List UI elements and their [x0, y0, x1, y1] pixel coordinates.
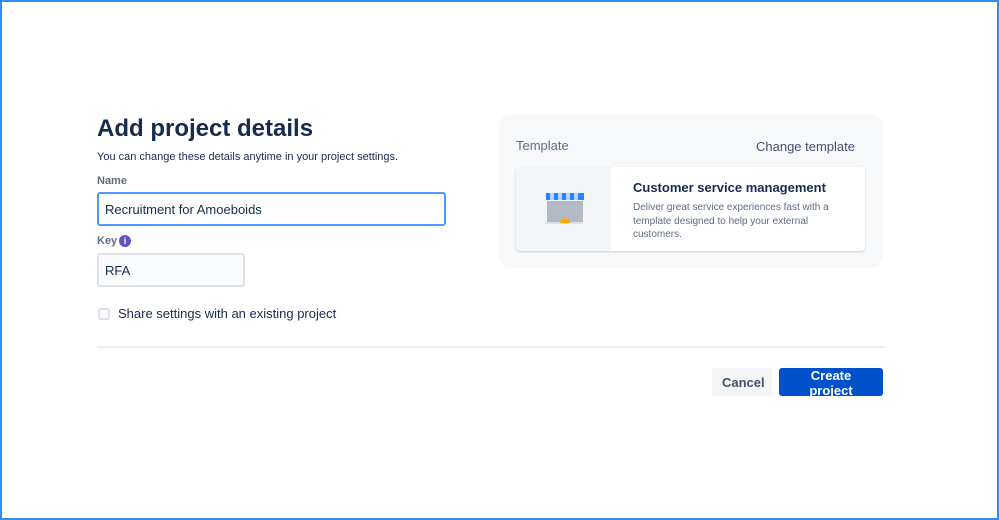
template-card[interactable]: Customer service management Deliver grea…	[516, 167, 865, 251]
cancel-button[interactable]: Cancel	[712, 368, 772, 396]
create-project-button[interactable]: Create project	[779, 368, 883, 398]
divider	[97, 346, 885, 348]
name-label: Name	[97, 175, 127, 187]
template-description: Deliver great service experiences fast w…	[633, 202, 829, 240]
name-input[interactable]	[97, 192, 446, 226]
share-settings-label[interactable]: Share settings with an existing project	[118, 306, 336, 321]
key-input[interactable]	[97, 253, 245, 287]
key-label: Key	[97, 235, 118, 247]
change-template-button[interactable]: Change template	[756, 139, 855, 154]
info-icon[interactable]: i	[119, 235, 131, 247]
share-settings-checkbox[interactable]	[98, 308, 110, 320]
storefront-icon	[516, 167, 611, 251]
template-panel: Template Change template Customer servic…	[499, 115, 883, 268]
page-subtitle: You can change these details anytime in …	[97, 151, 399, 163]
template-label: Template	[516, 138, 569, 153]
page-title: Add project details	[97, 115, 314, 142]
template-title: Customer service management	[633, 180, 826, 195]
